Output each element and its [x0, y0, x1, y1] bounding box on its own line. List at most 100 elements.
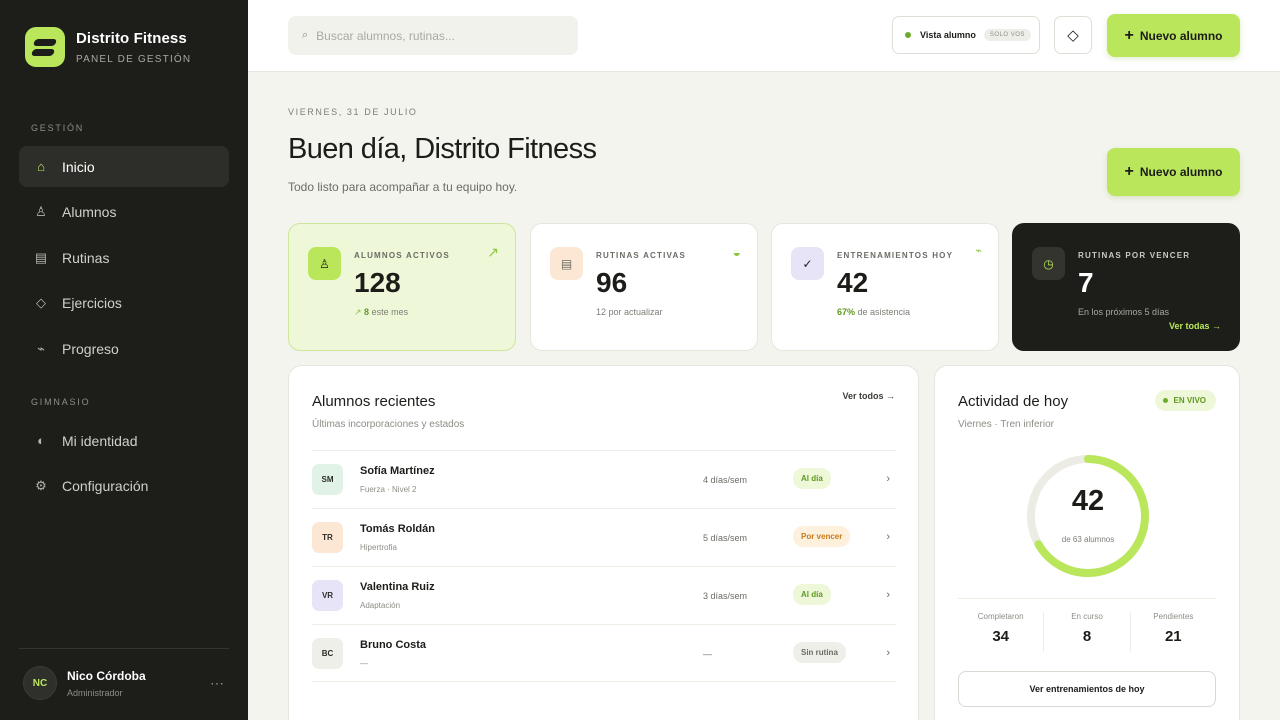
clock-icon: ◷ [1032, 247, 1065, 280]
sidebar-item-progreso[interactable]: ⌁ Progreso [19, 328, 229, 369]
sidebar-item-label: Mi identidad [62, 432, 138, 449]
stat-card-active-routines[interactable]: ▤ RUTINAS ACTIVAS 96 12 por actualizar ◒ [530, 223, 758, 351]
student-name: Tomás Roldán [360, 523, 435, 535]
student-name: Bruno Costa [360, 639, 426, 651]
divider [958, 598, 1216, 599]
stat-label: ALUMNOS ACTIVOS [354, 251, 450, 260]
user-info: Nico Córdoba Administrador [67, 669, 146, 698]
breakdown-pending: Pendientes 21 [1129, 612, 1216, 652]
panel-subtitle: Viernes · Tren inferior [958, 419, 1054, 430]
stat-note: En los próximos 5 días [1078, 307, 1170, 317]
student-frequency: 3 días/sem [703, 591, 748, 601]
brand-logo-icon [25, 27, 65, 67]
student-view-toggle[interactable]: Vista alumno SOLO VOS [892, 16, 1040, 54]
trend-up-icon: ↗ [487, 244, 499, 260]
activity-icon: ⌁ [975, 245, 982, 257]
stat-label: RUTINAS POR VENCER [1078, 251, 1191, 260]
theme-button[interactable]: ◇ [1054, 16, 1092, 54]
diamond-icon: ◇ [1067, 27, 1079, 44]
sidebar-item-ejercicios[interactable]: ◇ Ejercicios [19, 282, 229, 323]
stat-card-trainings-today[interactable]: ✓ ENTRENAMIENTOS HOY 42 67% de asistenci… [771, 223, 999, 351]
new-student-label: Nuevo alumno [1139, 165, 1223, 179]
sidebar-item-inicio[interactable]: ⌂ Inicio [19, 146, 229, 187]
breakdown-in-progress: En curso 8 [1043, 612, 1129, 652]
sidebar-item-label: Progreso [62, 340, 119, 357]
search-icon: ⌕ [302, 29, 309, 41]
live-label: EN VIVO [1173, 396, 1206, 405]
sidebar-item-label: Inicio [62, 158, 95, 175]
stat-note: ↗ 8 este mes [354, 307, 408, 318]
view-all-students-link[interactable]: Ver todos → [842, 391, 895, 401]
hero-new-student-button[interactable]: + Nuevo alumno [1107, 148, 1240, 196]
activity-panel: Actividad de hoy Viernes · Tren inferior… [934, 365, 1240, 720]
students-list: SM Sofía Martínez Fuerza · Nivel 2 4 días/s… [312, 450, 896, 682]
page-title: Buen día, Distrito Fitness [288, 133, 597, 165]
panel-title: Alumnos recientes [312, 393, 436, 410]
brand-subtitle: PANEL DE GESTIÓN [76, 53, 192, 65]
activity-breakdown: Completaron 34 En curso 8 Pendientes 21 [958, 612, 1216, 652]
users-icon: ♙ [35, 203, 47, 219]
panel-title: Actividad de hoy [958, 393, 1069, 410]
table-row[interactable]: VR Valentina Ruiz Adaptación 3 días/sem Al d… [312, 566, 896, 624]
student-frequency: — [703, 649, 712, 659]
search-input[interactable] [316, 28, 557, 43]
users-icon: ♙ [308, 247, 341, 280]
table-row[interactable]: TR Tomás Roldán Hipertrofia 5 días/sem Por v… [312, 508, 896, 566]
breakdown-value: 21 [1164, 628, 1182, 645]
stat-note-strong: 67% [837, 307, 856, 317]
sidebar-item-alumnos[interactable]: ♙ Alumnos [19, 191, 229, 232]
panel-subtitle: Últimas incorporaciones y estados [312, 419, 465, 430]
sidebar-item-mi-identidad[interactable]: ◐ Mi identidad [19, 420, 229, 461]
sidebar-item-rutinas[interactable]: ▤ Rutinas [19, 237, 229, 278]
status-badge: Al día [793, 468, 831, 489]
check-icon: ✓ [791, 247, 824, 280]
stat-card-expiring-routines[interactable]: ◷ RUTINAS POR VENCER 7 En los próximos 5… [1012, 223, 1240, 351]
brand[interactable]: Distrito Fitness PANEL DE GESTIÓN [25, 27, 191, 67]
avatar: SM [312, 464, 343, 495]
user-role: Administrador [67, 687, 123, 698]
student-meta: Hipertrofia [360, 543, 397, 552]
donut-label: de 63 alumnos [1061, 535, 1115, 544]
student-view-badge: SOLO VOS [983, 29, 1031, 41]
sidebar-item-configuracion[interactable]: ⚙ Configuración [19, 465, 229, 506]
view-all-link[interactable]: Ver todas → [1169, 321, 1221, 331]
breakdown-value: 34 [992, 628, 1009, 645]
chevron-right-icon[interactable]: › [886, 647, 890, 659]
sidebar-item-label: Rutinas [62, 249, 110, 266]
stat-value: 128 [354, 267, 401, 298]
stat-value: 7 [1078, 267, 1094, 298]
search-box[interactable]: ⌕ [288, 16, 578, 55]
new-student-label: Nuevo alumno [1139, 28, 1223, 43]
breakdown-label: Completaron [977, 612, 1024, 621]
student-meta: Adaptación [360, 601, 401, 610]
half-circle-icon: ◒ [732, 244, 741, 260]
sidebar: Distrito Fitness PANEL DE GESTIÓN GESTIÓ… [0, 0, 248, 720]
live-dot [1162, 398, 1168, 403]
contrast-icon: ◐ [37, 433, 45, 448]
stat-label: RUTINAS ACTIVAS [596, 251, 686, 260]
sidebar-divider [19, 648, 229, 649]
list-icon: ▤ [34, 249, 48, 265]
more-icon[interactable]: ⋯ [210, 675, 225, 692]
plus-icon: + [1124, 163, 1134, 180]
new-student-button[interactable]: + Nuevo alumno [1107, 14, 1240, 57]
user-name: Nico Córdoba [67, 668, 146, 683]
section-title-gestion: GESTIÓN [31, 123, 85, 133]
user-profile[interactable]: NC Nico Córdoba Administrador ⋯ [23, 666, 228, 700]
chevron-right-icon[interactable]: › [886, 589, 890, 601]
stat-note: 67% de asistencia [837, 307, 910, 317]
avatar: NC [23, 666, 57, 700]
student-name: Valentina Ruiz [360, 581, 435, 593]
stat-card-active-students[interactable]: ♙ ALUMNOS ACTIVOS 128 ↗ 8 este mes ↗ [288, 223, 516, 351]
diamond-icon: ◇ [36, 294, 46, 310]
stat-note: 12 por actualizar [596, 307, 663, 317]
sidebar-item-label: Ejercicios [62, 294, 122, 311]
view-trainings-button[interactable]: Ver entrenamientos de hoy [958, 671, 1216, 707]
table-row[interactable]: BC Bruno Costa — — Sin rutina › [312, 624, 896, 682]
table-row[interactable]: SM Sofía Martínez Fuerza · Nivel 2 4 días/s… [312, 450, 896, 508]
home-icon: ⌂ [37, 159, 45, 174]
student-frequency: 5 días/sem [703, 533, 748, 543]
chevron-right-icon[interactable]: › [886, 531, 890, 543]
chevron-right-icon[interactable]: › [886, 473, 890, 485]
plus-icon: + [1124, 26, 1134, 44]
